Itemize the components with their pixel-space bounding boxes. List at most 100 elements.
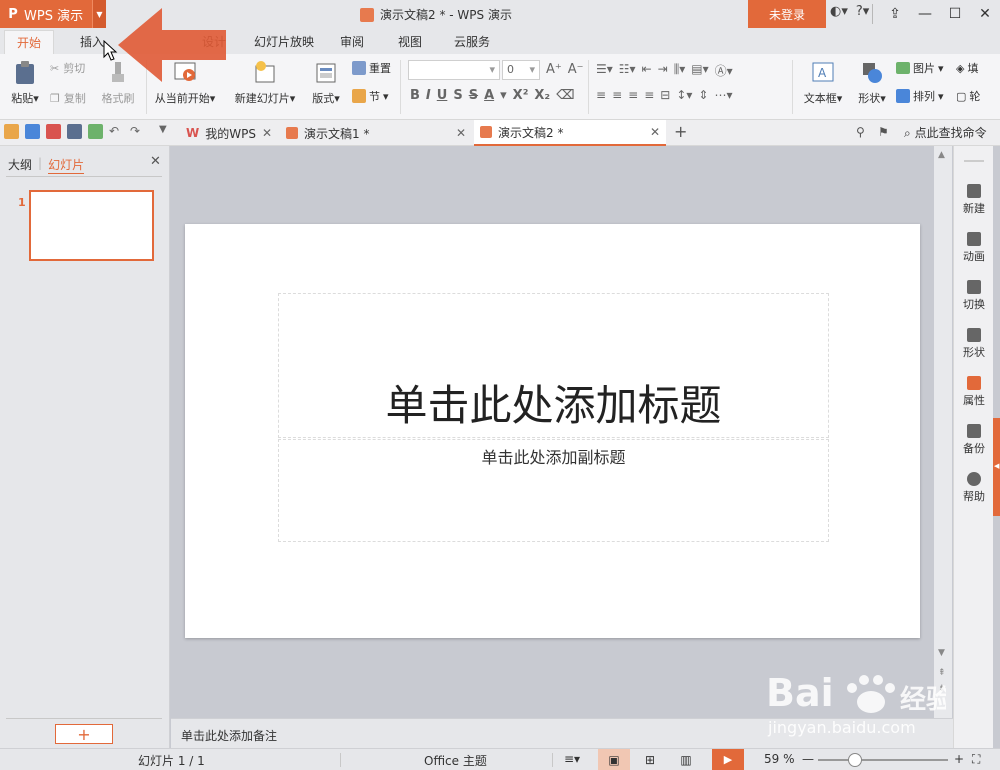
reset-button[interactable]: 重置 bbox=[352, 60, 391, 76]
superscript-icon[interactable]: X² bbox=[513, 88, 529, 103]
subtitle-placeholder[interactable]: 单击此处添加副标题 bbox=[278, 439, 829, 542]
tab-cloud[interactable]: 云服务 bbox=[442, 30, 502, 54]
cut-button[interactable]: ✂ 剪切 bbox=[50, 60, 85, 76]
scroll-up-icon[interactable]: ▲ bbox=[938, 150, 945, 160]
numbering-icon[interactable]: ☷▾ bbox=[619, 62, 636, 79]
app-menu-dropdown-icon[interactable]: ▼ bbox=[92, 0, 106, 28]
task-pane-toggle[interactable]: ◀ bbox=[993, 418, 1000, 516]
login-button[interactable]: 未登录 bbox=[748, 0, 826, 28]
paste-button[interactable]: 粘贴▾ bbox=[8, 60, 42, 106]
tab-slides[interactable]: 幻灯片 bbox=[48, 156, 85, 174]
pane-property[interactable]: 属性 bbox=[954, 376, 994, 408]
slide-thumbnail[interactable] bbox=[29, 190, 154, 261]
find-command-button[interactable]: ⌕ 点此查找命令 bbox=[904, 124, 987, 141]
pane-transition[interactable]: 切换 bbox=[954, 280, 994, 312]
font-size-select[interactable]: 0 ▾ bbox=[502, 60, 540, 80]
notes-toggle-icon[interactable]: ≡▾ bbox=[564, 752, 580, 766]
zoom-slider-handle[interactable] bbox=[848, 753, 862, 767]
help-menu-button[interactable]: ?▾ bbox=[856, 4, 869, 19]
bold-icon[interactable]: B bbox=[410, 88, 420, 103]
section-button[interactable]: 节 ▾ bbox=[352, 88, 389, 104]
doc-tab-presentation2[interactable]: 演示文稿2 * ✕ bbox=[474, 120, 666, 146]
print-icon[interactable] bbox=[67, 124, 82, 139]
slide-sorter-button[interactable]: ⊞ bbox=[634, 749, 666, 770]
fill-button[interactable]: ◈ 填 bbox=[956, 60, 978, 76]
pane-backup[interactable]: 备份 bbox=[954, 424, 994, 456]
add-slide-button[interactable]: + bbox=[55, 724, 113, 744]
upload-icon[interactable]: ⇪ bbox=[880, 0, 910, 28]
shape-button[interactable]: 形状▾ bbox=[854, 60, 890, 106]
font-name-select[interactable]: ▾ bbox=[408, 60, 500, 80]
more-paragraph-icon[interactable]: ⋯▾ bbox=[714, 88, 732, 102]
bullets-icon[interactable]: ☰▾ bbox=[596, 62, 613, 79]
pin-icon[interactable]: ⚲ bbox=[856, 125, 865, 139]
pane-new[interactable]: 新建 bbox=[954, 184, 994, 216]
new-slide-button[interactable]: 新建幻灯片▾ bbox=[232, 60, 298, 106]
textbox-button[interactable]: A 文本框▾ bbox=[800, 60, 846, 106]
picture-button[interactable]: 图片 ▾ bbox=[896, 60, 944, 76]
columns-icon[interactable]: ⫼▾ bbox=[674, 62, 686, 79]
pane-animation[interactable]: 动画 bbox=[954, 232, 994, 264]
skin-icon[interactable]: ◐▾ bbox=[830, 4, 848, 19]
font-color-icon[interactable]: A bbox=[484, 88, 494, 103]
zoom-out-icon[interactable]: — bbox=[802, 752, 814, 766]
strikethrough-icon[interactable]: S bbox=[469, 88, 478, 103]
close-button[interactable]: ✕ bbox=[970, 0, 1000, 28]
customize-qat-icon[interactable]: ▼ bbox=[159, 124, 174, 139]
vertical-scrollbar[interactable]: ▲ ▼ ⇞ ⇟ bbox=[934, 146, 952, 718]
paragraph-spacing-icon[interactable]: ⇕ bbox=[698, 88, 708, 102]
maximize-button[interactable]: ☐ bbox=[940, 0, 970, 28]
zoom-slider[interactable] bbox=[818, 759, 948, 761]
copy-button[interactable]: ❐ 复制 bbox=[50, 90, 86, 106]
underline-icon[interactable]: U bbox=[437, 88, 448, 103]
arrange-button[interactable]: 排列 ▾ bbox=[896, 88, 944, 104]
undo-icon[interactable]: ↶ bbox=[109, 124, 124, 139]
zoom-level[interactable]: 59 % bbox=[764, 752, 795, 766]
subscript-icon[interactable]: X₂ bbox=[534, 88, 550, 103]
redo-icon[interactable]: ↷ bbox=[130, 124, 145, 139]
close-panel-icon[interactable]: ✕ bbox=[150, 154, 161, 169]
align-left-icon[interactable]: ≡ bbox=[596, 88, 606, 102]
pane-help[interactable]: 帮助 bbox=[954, 472, 994, 504]
justify-icon[interactable]: ≡ bbox=[644, 88, 654, 102]
shrink-font-icon[interactable]: A⁻ bbox=[568, 62, 584, 77]
align-right-icon[interactable]: ≡ bbox=[628, 88, 638, 102]
close-icon[interactable]: ✕ bbox=[262, 126, 272, 140]
text-direction-icon[interactable]: ▤▾ bbox=[691, 62, 708, 79]
pane-shape[interactable]: 形状 bbox=[954, 328, 994, 360]
title-placeholder[interactable]: 单击此处添加标题 bbox=[278, 293, 829, 438]
clear-format-icon[interactable]: ⌫ bbox=[556, 88, 574, 103]
slide-canvas[interactable]: 单击此处添加标题 单击此处添加副标题 bbox=[185, 224, 920, 638]
slideshow-button[interactable]: ▶ bbox=[712, 749, 744, 770]
save-icon[interactable] bbox=[25, 124, 40, 139]
tab-outline[interactable]: 大纲 bbox=[8, 156, 32, 174]
tab-review[interactable]: 审阅 bbox=[328, 30, 376, 54]
grow-font-icon[interactable]: A⁺ bbox=[546, 62, 562, 77]
app-menu-button[interactable]: P WPS 演示 ▼ bbox=[0, 0, 106, 28]
doc-tab-presentation1[interactable]: 演示文稿1 * ✕ bbox=[280, 120, 472, 146]
line-spacing-icon[interactable]: ↕▾ bbox=[676, 88, 692, 102]
open-icon[interactable] bbox=[4, 124, 19, 139]
new-tab-button[interactable]: + bbox=[674, 122, 687, 141]
fit-window-icon[interactable]: ⛶ bbox=[972, 752, 980, 767]
feedback-icon[interactable]: ⚑ bbox=[878, 125, 889, 139]
tab-home[interactable]: 开始 bbox=[4, 30, 55, 54]
layout-button[interactable]: 版式▾ bbox=[308, 60, 344, 106]
italic-icon[interactable]: I bbox=[426, 88, 431, 103]
outline-button[interactable]: ▢ 轮 bbox=[956, 88, 980, 104]
decrease-indent-icon[interactable]: ⇤ bbox=[642, 62, 652, 79]
align-center-icon[interactable]: ≡ bbox=[612, 88, 622, 102]
tab-view[interactable]: 视图 bbox=[386, 30, 434, 54]
text-align-vertical-icon[interactable]: Ⓐ▾ bbox=[715, 62, 733, 79]
close-icon[interactable]: ✕ bbox=[650, 125, 660, 139]
close-icon[interactable]: ✕ bbox=[456, 126, 466, 140]
shadow-icon[interactable]: S bbox=[453, 88, 462, 103]
distribute-icon[interactable]: ⊟ bbox=[660, 88, 670, 102]
increase-indent-icon[interactable]: ⇥ bbox=[658, 62, 668, 79]
export-pdf-icon[interactable] bbox=[46, 124, 61, 139]
zoom-in-icon[interactable]: + bbox=[954, 752, 964, 766]
scroll-down-icon[interactable]: ▼ bbox=[938, 648, 945, 658]
tab-slideshow[interactable]: 幻灯片放映 bbox=[242, 30, 326, 54]
normal-view-button[interactable]: ▣ bbox=[598, 749, 630, 770]
doc-tab-mywps[interactable]: W 我的WPS ✕ bbox=[180, 120, 278, 146]
